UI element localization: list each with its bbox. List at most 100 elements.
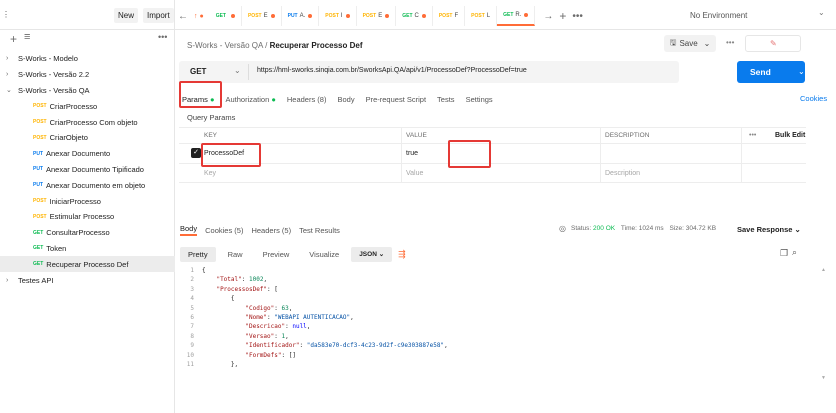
- chevron-right-icon[interactable]: ›: [6, 55, 15, 62]
- url-input[interactable]: https://hml-sworks.sinqia.com.br/SworksA…: [257, 67, 527, 74]
- chevron-down-icon[interactable]: ⌄: [234, 66, 241, 75]
- main-panel: S-Works - Versão QA / Recuperar Processo…: [176, 30, 836, 405]
- chevron-down-icon[interactable]: ⌄: [6, 86, 15, 94]
- tab-request[interactable]: POST I: [319, 6, 357, 26]
- column-divider: [600, 144, 601, 163]
- tab-request[interactable]: GET C: [396, 6, 433, 26]
- code-line: 5 "Codigo": 63,: [180, 304, 816, 313]
- more-icon[interactable]: •••: [749, 132, 756, 139]
- more-icon[interactable]: •••: [158, 32, 167, 42]
- tab-request[interactable]: PUT A.: [282, 6, 320, 26]
- format-preview[interactable]: Preview: [255, 247, 298, 262]
- tab-settings[interactable]: Settings: [466, 95, 493, 104]
- status-value[interactable]: 200 OK: [593, 225, 615, 232]
- new-tab-plus-icon[interactable]: +: [559, 9, 566, 23]
- tabs-more-icon[interactable]: •••: [572, 11, 583, 22]
- scroll-up-icon[interactable]: ▲: [821, 267, 826, 273]
- code-line: 3 "ProcessosDef": [: [180, 285, 816, 294]
- sidebar-request-label: ConsultarProcesso: [46, 228, 110, 238]
- tab-response-headers[interactable]: Headers (5): [251, 226, 291, 235]
- chevron-down-icon[interactable]: ⌄: [818, 8, 825, 17]
- format-raw[interactable]: Raw: [220, 247, 251, 262]
- line-number: 11: [186, 360, 194, 368]
- tab-tests[interactable]: Tests: [437, 95, 455, 104]
- scroll-down-icon[interactable]: ▼: [821, 375, 826, 381]
- new-button[interactable]: New: [114, 8, 139, 23]
- param-value-input[interactable]: true: [406, 144, 418, 163]
- tab-request[interactable]: POST L: [465, 6, 498, 26]
- chevron-right-icon[interactable]: ›: [6, 277, 15, 284]
- sidebar-request[interactable]: POST Estimular Processo: [0, 209, 175, 225]
- sidebar-request[interactable]: PUT Anexar Documento Tipificado: [0, 162, 175, 178]
- save-response-button[interactable]: Save Response ⌄: [737, 225, 801, 234]
- sidebar-request[interactable]: POST CriarObjeto: [0, 130, 175, 146]
- sidebar-folder[interactable]: › S-Works - Versão 2.2: [0, 67, 175, 83]
- tab-method: GET: [215, 13, 226, 19]
- line-number: 7: [190, 323, 194, 331]
- line-number: 4: [190, 295, 194, 303]
- param-description-placeholder[interactable]: Description: [605, 164, 640, 182]
- tab-response-cookies[interactable]: Cookies (5): [205, 226, 243, 235]
- more-icon[interactable]: •••: [726, 38, 734, 47]
- line-number: 5: [190, 304, 194, 312]
- edit-actions[interactable]: ✎: [745, 35, 801, 52]
- copy-icon[interactable]: ❐: [780, 248, 788, 259]
- sidebar-folder[interactable]: ⌄ S-Works - Versão QA: [0, 83, 175, 99]
- format-pretty[interactable]: Pretty: [180, 246, 216, 262]
- tab-request[interactable]: POST E: [242, 6, 282, 26]
- response-body-code[interactable]: 1{2 "Total": 1002, 3 "ProcessosDef": [4 {…: [180, 266, 816, 406]
- tab-response-body[interactable]: Body: [180, 224, 198, 236]
- filter-icon[interactable]: ≡: [24, 31, 30, 43]
- tab-body[interactable]: Body: [337, 95, 354, 104]
- send-button[interactable]: Send: [737, 61, 805, 83]
- chevron-down-icon[interactable]: ⌄: [798, 67, 805, 76]
- param-value-placeholder[interactable]: Value: [406, 164, 423, 182]
- tabs-scroll-right-icon[interactable]: →: [543, 11, 553, 22]
- format-visualize[interactable]: Visualize: [301, 247, 347, 262]
- sidebar-request[interactable]: GET Recuperar Processo Def: [0, 256, 175, 273]
- column-divider: [401, 144, 402, 163]
- globe-icon[interactable]: ◎: [559, 224, 566, 233]
- sidebar-folder-label: S-Works - Versão 2.2: [18, 70, 90, 80]
- tab-request[interactable]: POST F: [433, 6, 466, 26]
- param-enabled-checkbox[interactable]: ✓: [191, 148, 201, 158]
- tab-request[interactable]: GET: [210, 6, 242, 26]
- response-time[interactable]: Time: 1024 ms: [621, 225, 664, 232]
- plus-icon[interactable]: +: [10, 32, 17, 46]
- response-size[interactable]: Size: 304.72 KB: [669, 225, 716, 232]
- request-method-badge: POST: [33, 213, 47, 220]
- save-icon: 🖫: [669, 37, 677, 47]
- method-select[interactable]: GET: [190, 67, 206, 76]
- highlight-box-params: [179, 81, 222, 108]
- tab-headers[interactable]: Headers (8): [287, 95, 327, 104]
- import-button[interactable]: Import: [143, 8, 174, 23]
- bulk-edit-button[interactable]: Bulk Edit: [775, 132, 805, 139]
- sidebar-request[interactable]: GET Token: [0, 241, 175, 257]
- format-type-select[interactable]: JSON ⌄: [351, 246, 393, 262]
- save-button[interactable]: 🖫 Save ⌄: [664, 35, 716, 52]
- sidebar-folder[interactable]: › S-Works - Modelo: [0, 51, 175, 67]
- breadcrumb-current[interactable]: Recuperar Processo Def: [270, 41, 363, 50]
- tab-authorization[interactable]: Authorization ●: [225, 95, 275, 104]
- sidebar-request[interactable]: POST CriarProcesso Com objeto: [0, 114, 175, 130]
- sidebar-request[interactable]: GET ConsultarProcesso: [0, 225, 175, 241]
- sidebar-folder[interactable]: › Testes API: [0, 272, 175, 288]
- search-icon[interactable]: ⌕: [792, 247, 797, 258]
- sidebar-request[interactable]: POST IniciarProcesso: [0, 193, 175, 209]
- tab-request[interactable]: GET R.: [497, 6, 536, 26]
- tab-response-cookies-label: Cookies (5): [205, 225, 244, 235]
- chevron-right-icon[interactable]: ›: [6, 71, 15, 78]
- params-table: KEY VALUE DESCRIPTION ••• Bulk Edit ✓ Pr…: [179, 127, 806, 183]
- sidebar-request[interactable]: POST CriarProcesso: [0, 98, 175, 114]
- sidebar-request[interactable]: PUT Anexar Documento em objeto: [0, 177, 175, 193]
- sidebar-folder-label: S-Works - Versão QA: [18, 85, 90, 95]
- breadcrumb-parent[interactable]: S-Works - Versão QA: [187, 41, 263, 50]
- tabs-scroll-left-icon[interactable]: ←: [178, 11, 188, 22]
- environment-select[interactable]: No Environment: [690, 8, 808, 23]
- cookies-link[interactable]: Cookies: [800, 94, 827, 103]
- tab-prerequest[interactable]: Pre-request Script: [366, 95, 426, 104]
- tab-request[interactable]: POST E: [357, 6, 397, 26]
- sidebar-request[interactable]: PUT Anexar Documento: [0, 146, 175, 162]
- tab-test-results[interactable]: Test Results: [299, 226, 340, 235]
- wrap-lines-icon[interactable]: ⇶: [398, 249, 406, 260]
